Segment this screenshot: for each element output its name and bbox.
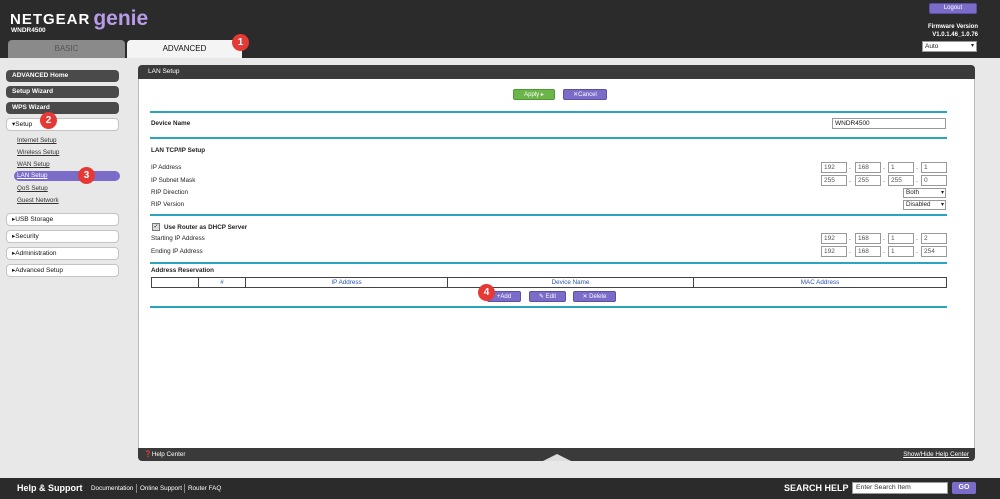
chevron-down-icon: ▾: [970, 43, 974, 49]
cancel-button[interactable]: ✕Cancel: [563, 89, 607, 100]
callout-badge-3: 3: [78, 167, 95, 184]
sidebar-item-internet-setup[interactable]: Internet Setup: [17, 137, 57, 144]
end-ip-octet-4[interactable]: 254: [921, 246, 947, 257]
delete-button[interactable]: ✕ Delete: [573, 291, 616, 302]
rip-direction-select[interactable]: Both ▾: [903, 188, 946, 198]
column-ip-address: IP Address: [246, 278, 448, 287]
ip-address-label: IP Address: [151, 164, 182, 171]
start-ip-octet-4[interactable]: 2: [921, 233, 947, 244]
search-help-input[interactable]: Enter Search Item: [852, 482, 948, 494]
subnet-octet-2[interactable]: 255: [855, 175, 881, 186]
sidebar-section-usb-storage[interactable]: ▸USB Storage: [6, 213, 119, 226]
start-ip-octet-3[interactable]: 1: [888, 233, 914, 244]
end-ip-octet-1[interactable]: 192: [821, 246, 847, 257]
top-header: NETGEAR genie WNDR4500 Logout Firmware Ve…: [0, 0, 1000, 58]
sidebar-section-security[interactable]: ▸Security: [6, 230, 119, 243]
page-title: LAN Setup: [138, 65, 975, 79]
subnet-octet-3[interactable]: 255: [888, 175, 914, 186]
section-divider: [150, 137, 947, 139]
router-faq-link[interactable]: Router FAQ: [188, 485, 221, 492]
show-hide-help-link[interactable]: Show/Hide Help Center: [903, 448, 969, 461]
section-divider: [150, 214, 947, 216]
subnet-octet-4[interactable]: 0: [921, 175, 947, 186]
sidebar-advanced-home[interactable]: ADVANCED Home: [6, 70, 119, 82]
expand-triangle-icon[interactable]: [543, 454, 571, 461]
ip-address-octet-1[interactable]: 192: [821, 162, 847, 173]
device-name-input[interactable]: WNDR4500: [832, 118, 946, 129]
start-ip-octet-1[interactable]: 192: [821, 233, 847, 244]
sidebar-section-setup[interactable]: ▾Setup: [6, 118, 119, 131]
start-ip-octet-2[interactable]: 168: [855, 233, 881, 244]
rip-direction-label: RIP Direction: [151, 189, 188, 196]
help-support-title: Help & Support: [17, 483, 83, 493]
end-ip-octet-2[interactable]: 168: [855, 246, 881, 257]
help-center-bar: ❓Help Center Show/Hide Help Center: [138, 448, 975, 461]
sidebar-setup-wizard[interactable]: Setup Wizard: [6, 86, 119, 98]
sidebar-section-administration[interactable]: ▸Administration: [6, 247, 119, 260]
genie-logo-text: genie: [93, 7, 149, 30]
bottom-footer: Help & Support Documentation Online Supp…: [0, 478, 1000, 499]
language-select[interactable]: Auto ▾: [922, 41, 977, 52]
sidebar-section-advanced-setup[interactable]: ▸Advanced Setup: [6, 264, 119, 277]
reservation-table-header: # IP Address Device Name MAC Address: [151, 277, 947, 288]
search-help-label: SEARCH HELP: [784, 483, 849, 493]
section-divider: [150, 262, 947, 264]
callout-badge-4: 4: [478, 284, 495, 301]
device-name-label: Device Name: [151, 120, 191, 127]
end-ip-octet-3[interactable]: 1: [888, 246, 914, 257]
starting-ip-label: Starting IP Address: [151, 235, 205, 242]
model-name: WNDR4500: [11, 27, 46, 34]
rip-version-select[interactable]: Disabled ▾: [903, 200, 946, 210]
chevron-down-icon: ▾: [940, 190, 944, 196]
ip-address-octet-4[interactable]: 1: [921, 162, 947, 173]
lan-tcpip-title: LAN TCP/IP Setup: [151, 147, 206, 154]
sidebar-item-qos-setup[interactable]: QoS Setup: [17, 185, 48, 192]
firmware-info: Firmware Version V1.0.1.46_1.0.76: [928, 23, 978, 39]
sidebar-item-wireless-setup[interactable]: Wireless Setup: [17, 149, 59, 156]
subnet-octet-1[interactable]: 255: [821, 175, 847, 186]
section-divider: [150, 306, 947, 308]
sidebar-item-guest-network[interactable]: Guest Network: [17, 197, 59, 204]
dhcp-server-label: Use Router as DHCP Server: [164, 224, 248, 231]
column-number: #: [199, 278, 246, 287]
callout-badge-1: 1: [232, 34, 249, 51]
address-reservation-title: Address Reservation: [151, 267, 214, 274]
edit-button[interactable]: ✎ Edit: [529, 291, 566, 302]
tab-basic[interactable]: BASIC: [8, 40, 125, 58]
firmware-value: V1.0.1.46_1.0.76: [932, 32, 978, 38]
online-support-link[interactable]: Online Support: [140, 485, 182, 492]
callout-badge-2: 2: [40, 112, 57, 129]
tab-advanced[interactable]: ADVANCED: [127, 40, 242, 58]
section-divider: [150, 111, 947, 113]
documentation-link[interactable]: Documentation: [91, 485, 133, 492]
apply-button[interactable]: Apply ▸: [513, 89, 555, 100]
go-button[interactable]: GO: [952, 482, 976, 494]
help-center-link[interactable]: ❓Help Center: [144, 448, 185, 461]
ending-ip-label: Ending IP Address: [151, 248, 203, 255]
sidebar-item-wan-setup[interactable]: WAN Setup: [17, 161, 50, 168]
ip-address-octet-3[interactable]: 1: [888, 162, 914, 173]
sidebar-wps-wizard[interactable]: WPS Wizard: [6, 102, 119, 114]
firmware-label: Firmware Version: [927, 24, 978, 30]
rip-version-label: RIP Version: [151, 201, 185, 208]
sidebar-item-lan-setup[interactable]: LAN Setup: [14, 171, 120, 181]
column-blank: [152, 278, 199, 287]
subnet-mask-label: IP Subnet Mask: [151, 177, 196, 184]
column-mac-address: MAC Address: [800, 279, 840, 286]
chevron-down-icon: ▾: [940, 202, 944, 208]
logout-button[interactable]: Logout: [929, 3, 977, 14]
ip-address-octet-2[interactable]: 168: [855, 162, 881, 173]
dhcp-server-checkbox[interactable]: ✓: [152, 223, 160, 231]
